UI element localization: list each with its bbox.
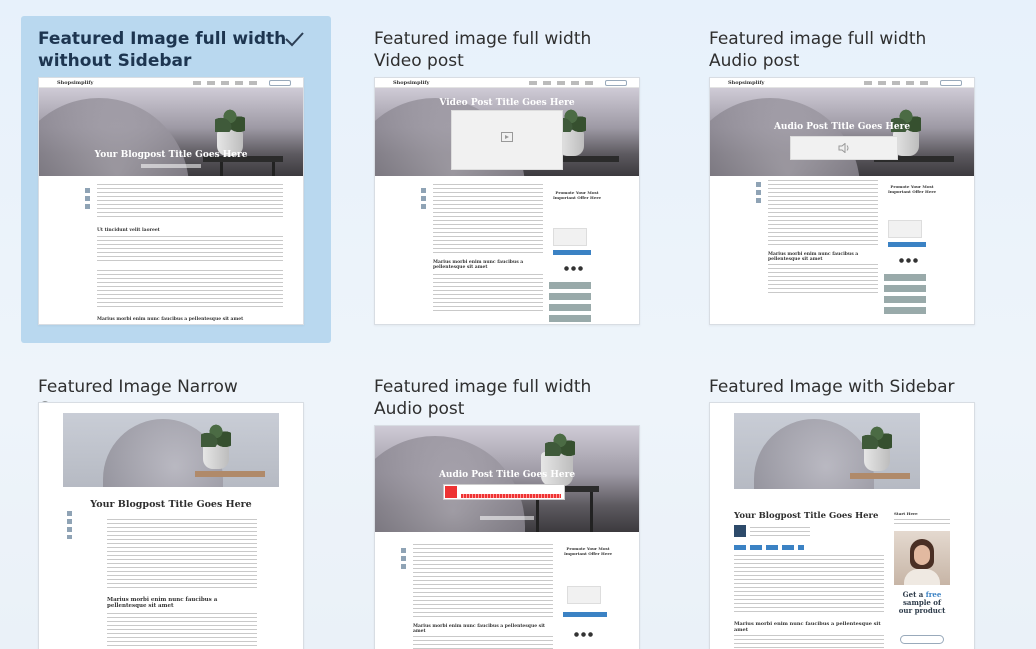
- hero-title: Audio Post Title Goes Here: [438, 470, 576, 480]
- hero-title: Audio Post Title Goes Here: [773, 122, 911, 132]
- layout-card-audio-post-2[interactable]: Featured image full width Audio post Aud…: [357, 364, 667, 649]
- video-icon: [501, 132, 513, 142]
- layout-card-title: Featured Image full width without Sideba…: [38, 29, 287, 71]
- layout-preview: Audio Post Title Goes Here Marius morbi …: [374, 425, 640, 649]
- hero-title: Your Blogpost Title Goes Here: [94, 150, 248, 160]
- promo-text: Get a free sample of our product: [898, 590, 946, 615]
- layout-preview: Shopsimplify Audio Post Title Goes Here …: [709, 77, 975, 325]
- layout-card-title: Featured image full width Video post: [374, 29, 592, 71]
- layout-preview: Shopsimplify Video Post Title Goes Here …: [374, 77, 640, 325]
- layout-preview: Your Blogpost Title Goes Here Marius mor…: [38, 402, 304, 649]
- layout-card-title: Featured Image with Sidebar: [709, 377, 955, 397]
- author-photo: [894, 531, 950, 585]
- check-icon: [285, 32, 304, 47]
- hero-title: Video Post Title Goes Here: [439, 98, 575, 108]
- layout-card-narrow-content[interactable]: Featured Image Narrow Content Your Blogp…: [21, 364, 331, 649]
- hero-title: Your Blogpost Title Goes Here: [734, 511, 879, 521]
- layout-preview: Shopsimplify Your Blogpost Title Goes He…: [38, 77, 304, 325]
- hero-title: Your Blogpost Title Goes Here: [90, 499, 252, 510]
- layout-preview: Your Blogpost Title Goes Here Marius mor…: [709, 402, 975, 649]
- layout-card-title: Featured image full width Audio post: [709, 29, 927, 71]
- speaker-icon: [838, 143, 849, 153]
- layout-card-audio-post[interactable]: Featured image full width Audio post Sho…: [692, 16, 1002, 343]
- layout-card-title: Featured image full width Audio post: [374, 377, 592, 419]
- layout-card-video-post[interactable]: Featured image full width Video post Sho…: [357, 16, 667, 343]
- layout-card-with-sidebar[interactable]: Featured Image with Sidebar Your Blogpos…: [692, 364, 1002, 649]
- layout-card-full-width-no-sidebar[interactable]: Featured Image full width without Sideba…: [21, 16, 331, 343]
